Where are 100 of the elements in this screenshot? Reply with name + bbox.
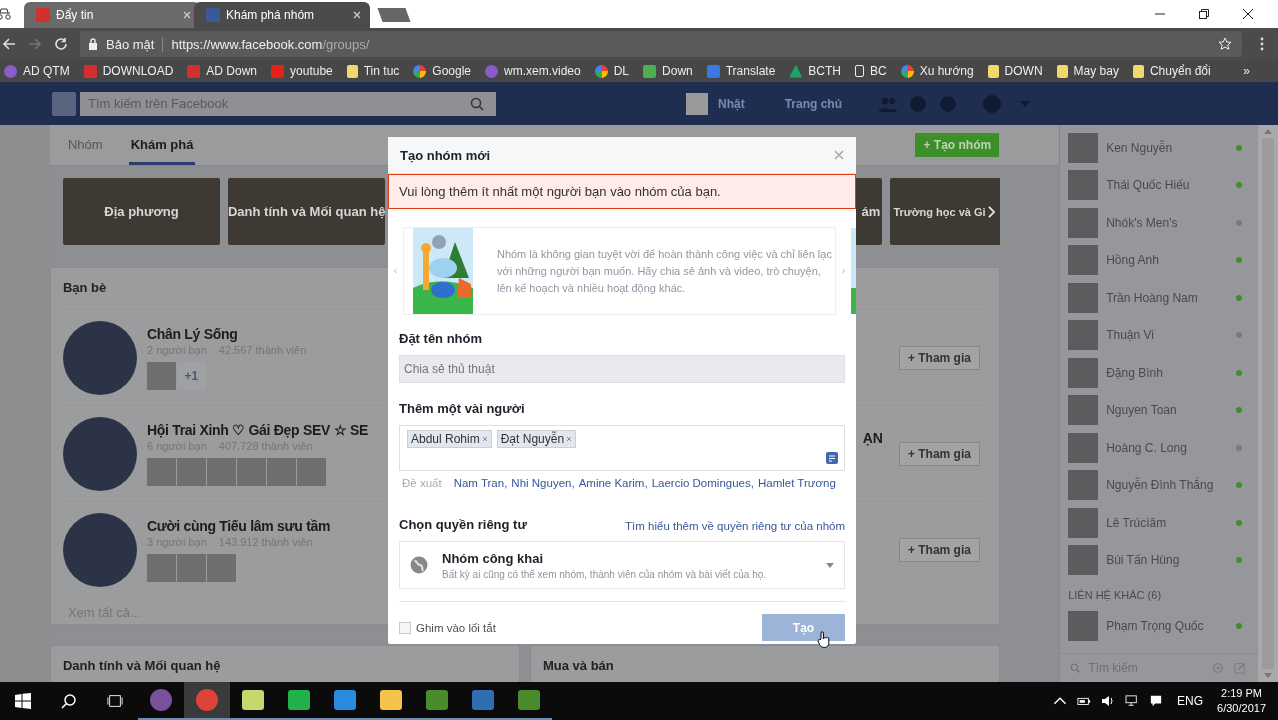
bookmark-item[interactable]: wm.xem.video: [485, 64, 581, 78]
group-name-field[interactable]: Chia sẻ thủ thuật: [399, 355, 845, 383]
volume-icon[interactable]: [1101, 695, 1116, 707]
clock-time[interactable]: 2:19 PM: [1221, 686, 1262, 701]
avatar[interactable]: [686, 92, 708, 115]
bookmark-item[interactable]: Xu hướng: [900, 64, 974, 78]
address-bar[interactable]: Bảo mật https://www.facebook.com/groups/: [80, 31, 1242, 57]
photo-thumbnail[interactable]: [176, 553, 206, 582]
privacy-help-link[interactable]: Tìm hiểu thêm về quyền riêng tư của nhóm: [625, 520, 845, 532]
photo-thumbnail[interactable]: [146, 361, 176, 390]
remove-icon[interactable]: [566, 436, 573, 442]
join-button[interactable]: + Tham gia: [898, 441, 980, 466]
category-tile[interactable]: Địa phương: [62, 178, 220, 245]
photo-thumbnail[interactable]: [236, 457, 266, 486]
photo-thumbnail[interactable]: [176, 457, 206, 486]
bookmark-item[interactable]: Chuyển đổi: [1132, 64, 1211, 78]
caret-icon: [826, 562, 834, 568]
suggestion-link[interactable]: Nhi Nguyen,: [511, 477, 575, 489]
bookmark-item[interactable]: Translate: [706, 64, 776, 78]
photo-thumbnail[interactable]: [206, 553, 236, 582]
avatar: [1068, 432, 1099, 463]
bookmark-item[interactable]: DL: [594, 64, 630, 78]
bookmarks-overflow[interactable]: »: [1243, 64, 1274, 78]
bookmark-item[interactable]: BC: [855, 64, 887, 78]
section-header: LIÊN HỆ KHÁC (6): [1068, 588, 1163, 603]
suggestion-link[interactable]: Hamlet Trương: [757, 477, 836, 489]
category-tile[interactable]: Danh tính và Mối quan hệ: [227, 178, 386, 245]
checkbox[interactable]: [399, 621, 411, 634]
notification-icon[interactable]: [1149, 695, 1164, 707]
join-button[interactable]: + Tham gia: [898, 537, 980, 562]
bookmark-item[interactable]: May bay: [1056, 64, 1119, 78]
group-name[interactable]: ẠN: [862, 430, 883, 446]
field-label: Thêm một vài người: [399, 400, 526, 418]
network-icon[interactable]: [1125, 695, 1140, 707]
language-indicator[interactable]: ENG: [1173, 694, 1208, 708]
chevron-right-icon[interactable]: [987, 205, 995, 218]
bookmark-icon: [789, 64, 803, 78]
people-field[interactable]: Abdul Rohim Đạt Nguyễn: [399, 425, 845, 471]
page-tab[interactable]: Khám phá: [128, 125, 196, 165]
suggestion-link[interactable]: Amine Karim,: [578, 477, 648, 489]
star-icon[interactable]: [1218, 37, 1232, 51]
suggestion-link[interactable]: Laercio Domingues,: [651, 477, 754, 489]
list-icon[interactable]: [826, 452, 838, 464]
bookmark-item[interactable]: AD QTM: [4, 64, 70, 78]
bookmark-item[interactable]: Google: [413, 64, 471, 78]
photo-thumbnail[interactable]: [146, 553, 176, 582]
photo-thumbnail[interactable]: [146, 457, 176, 486]
bookmark-item[interactable]: BCTH: [789, 64, 841, 78]
bookmark-item[interactable]: DOWN: [987, 64, 1043, 78]
avatar: [1068, 545, 1099, 576]
remove-icon[interactable]: [481, 436, 488, 442]
bookmark-item[interactable]: DOWNLOAD: [83, 64, 174, 78]
bookmark-icon: [346, 64, 358, 78]
photo-thumbnail[interactable]: [296, 457, 326, 486]
home-link[interactable]: Trang chủ: [774, 96, 842, 111]
bookmark-item[interactable]: Tin tuc: [346, 64, 400, 78]
photo-thumbnail[interactable]: [266, 457, 296, 486]
person-token[interactable]: Abdul Rohim: [407, 430, 492, 448]
battery-icon[interactable]: [1077, 695, 1092, 707]
bookmark-icon: [855, 65, 864, 77]
join-button[interactable]: + Tham gia: [898, 345, 980, 370]
bookmark-icon: [900, 64, 914, 78]
reload-icon[interactable]: [54, 37, 68, 51]
bookmark-item[interactable]: youtube: [271, 64, 333, 78]
bookmark-item[interactable]: Down: [643, 64, 693, 78]
profile-link[interactable]: Nhật: [718, 96, 745, 111]
bookmark-icon: [987, 64, 999, 78]
person-token[interactable]: Đạt Nguyễn: [496, 430, 577, 448]
photo-thumbnail[interactable]: [206, 457, 236, 486]
tab-title: Đẩy tin: [56, 8, 95, 22]
avatar: [1068, 132, 1099, 163]
close-icon[interactable]: [1242, 8, 1254, 20]
incognito-icon: [0, 8, 12, 20]
suggestion-link[interactable]: Nam Tran,: [453, 477, 508, 489]
field-label: Chọn quyền riêng tư: [399, 516, 527, 534]
avatar: [1068, 282, 1099, 313]
new-tab-button[interactable]: [377, 8, 411, 22]
bookmark-icon: [594, 64, 608, 78]
restore-icon[interactable]: [1198, 8, 1210, 20]
back-icon[interactable]: [2, 37, 16, 51]
browser-tab[interactable]: Khám phá nhóm: [194, 2, 370, 28]
search-icon: [1070, 662, 1081, 674]
avatar: [1068, 610, 1099, 641]
privacy-dropdown[interactable]: Nhóm công khai Bất kỳ ai cũng có thể xem nhóm, thành viên của nhóm và bài viết của họ.: [399, 541, 845, 589]
section-title: Bạn bè: [62, 279, 107, 297]
category-tile[interactable]: Trường học và Gi: [890, 178, 1000, 245]
url-text: https://www.facebook.com/groups/: [171, 36, 371, 52]
field-label: Đặt tên nhóm: [399, 330, 484, 348]
avatar: [1068, 470, 1099, 501]
section-title: Mua và bán: [542, 657, 614, 675]
clock-date[interactable]: 6/30/2017: [1217, 701, 1266, 716]
chevron-up-icon[interactable]: [1053, 695, 1068, 707]
bookmark-item[interactable]: AD Down: [187, 64, 258, 78]
bookmark-icon: [485, 64, 498, 78]
security-label: Bảo mật: [106, 36, 164, 52]
pin-checkbox[interactable]: Ghim vào lối tắt: [399, 621, 496, 634]
logo-icon[interactable]: [52, 91, 76, 116]
avatar: [1068, 395, 1099, 426]
bookmark-icon: [706, 64, 720, 78]
tab-title: Khám phá nhóm: [226, 8, 316, 22]
